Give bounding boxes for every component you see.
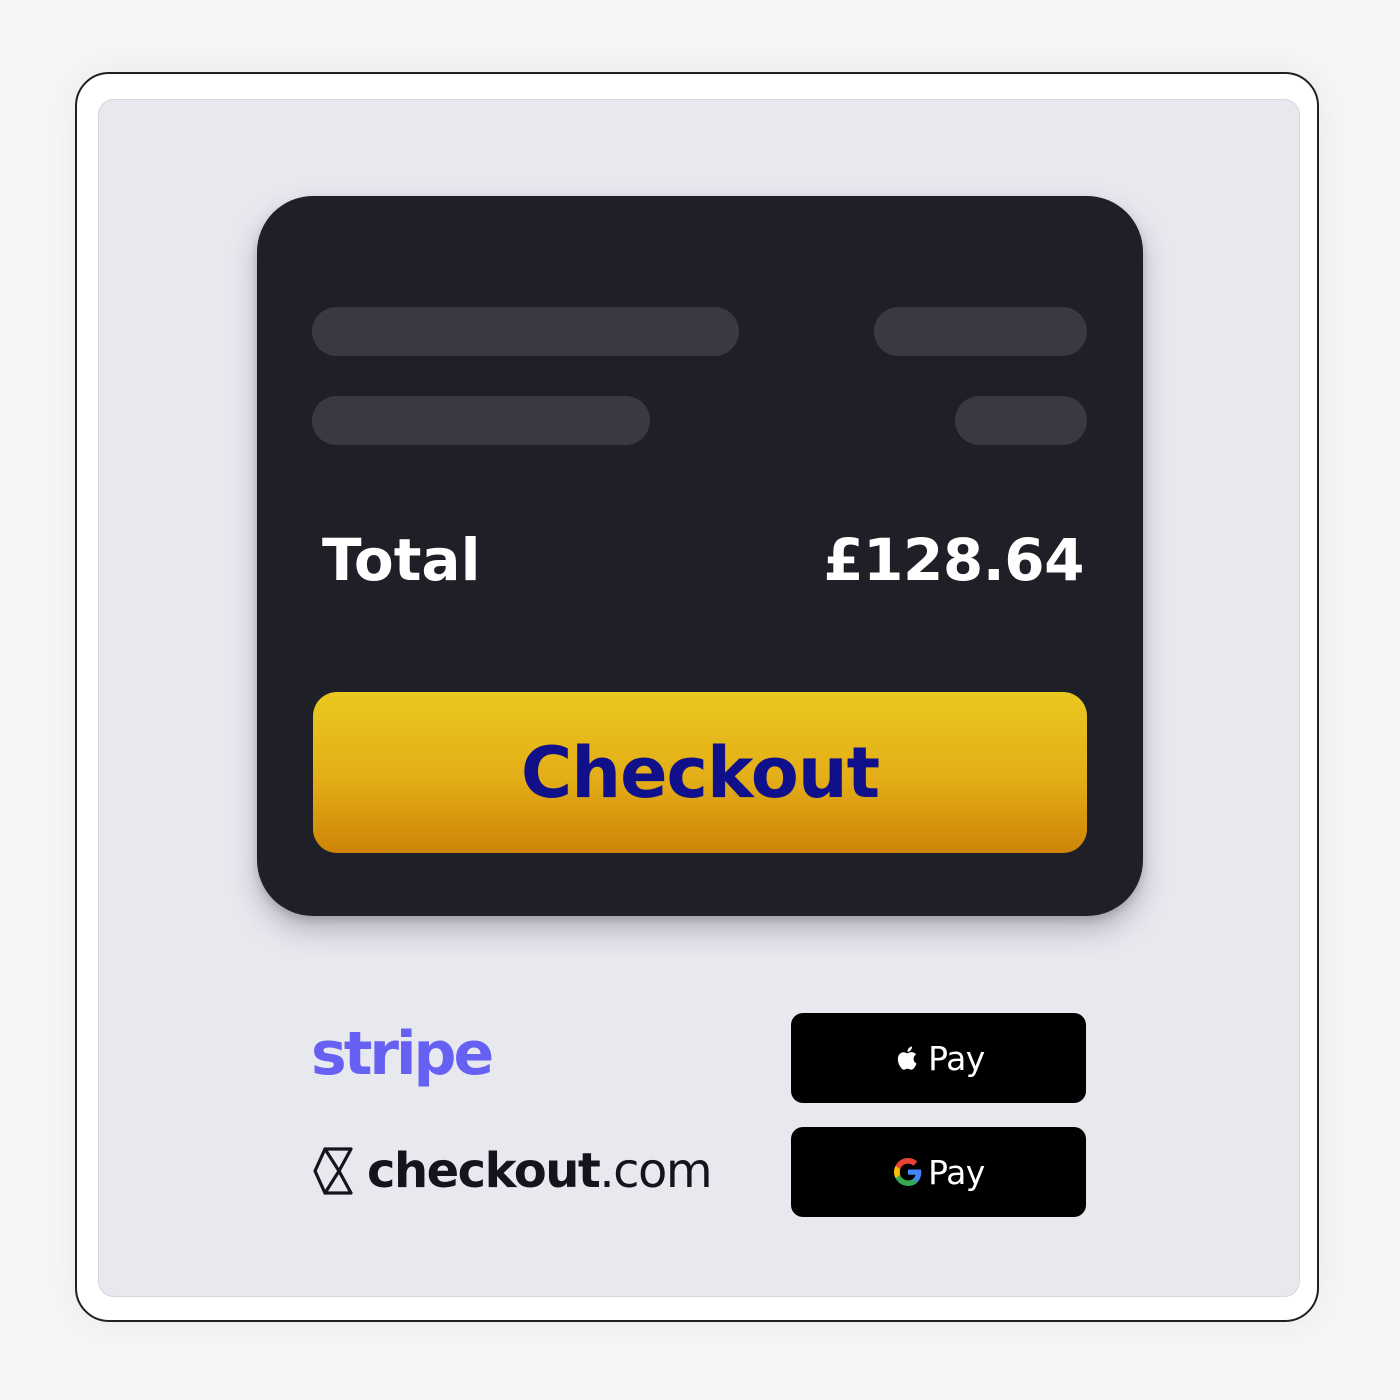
apple-pay-label: Pay <box>928 1038 985 1078</box>
total-label: Total <box>322 526 481 594</box>
google-pay-label: Pay <box>928 1152 985 1192</box>
skeleton-line-item-name <box>312 307 739 356</box>
checkout-com-hourglass-icon <box>313 1147 353 1195</box>
skeleton-line-item-price <box>874 307 1087 356</box>
google-g-icon <box>894 1158 922 1186</box>
apple-icon <box>898 1046 917 1070</box>
google-pay-button[interactable]: Pay <box>791 1127 1086 1217</box>
checkout-button-label: Checkout <box>520 731 880 814</box>
checkout-com-suffix: .com <box>599 1143 712 1199</box>
stripe-logo: stripe <box>311 1019 494 1089</box>
checkout-com-logo: checkout .com <box>311 1140 713 1202</box>
checkout-com-brand: checkout <box>367 1143 601 1199</box>
skeleton-line-item-price <box>955 396 1087 445</box>
checkout-button[interactable]: Checkout <box>313 692 1087 853</box>
skeleton-line-item-name <box>312 396 650 445</box>
total-amount: £128.64 <box>823 526 1084 594</box>
apple-pay-button[interactable]: Pay <box>791 1013 1086 1103</box>
